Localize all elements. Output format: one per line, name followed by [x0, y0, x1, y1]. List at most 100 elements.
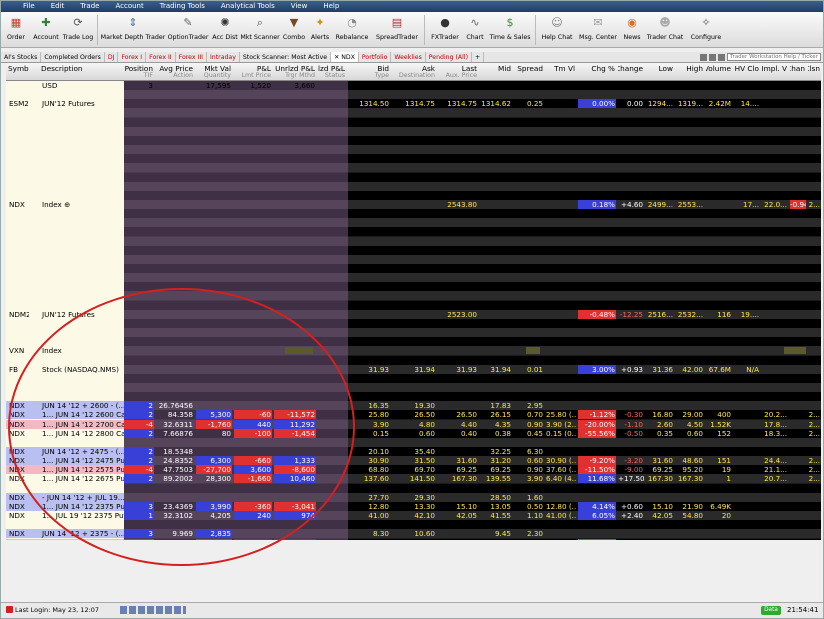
column-header-spread[interactable]: Spread — [514, 63, 544, 81]
table-row[interactable]: NDX 1... JUN 14 '12 2475 Put 2 24.8352 6,300… — [6, 456, 821, 466]
cell-volume: 400 — [717, 410, 731, 420]
cell-bid: 25.80 — [368, 410, 389, 420]
column-header-unrlzd-p-l[interactable]: Unrlzd P&L Trgr Mthd — [274, 63, 316, 81]
table-row[interactable]: NDX 1... JUN 14 '12 2675 Put 2 89.2002 28,30… — [6, 474, 821, 484]
column-header-mid[interactable]: Mid — [480, 63, 512, 81]
menu-view[interactable]: View — [283, 1, 316, 12]
column-header-clsn[interactable]: Clsn — [808, 63, 821, 81]
table-row[interactable]: NDX JUN 14 '12 + 2600 - (... 2 26.76456 16.3… — [6, 401, 821, 411]
row-stripe — [124, 437, 348, 447]
table-row[interactable]: NDX 1... JUN 14 '12 2575 Put -4 47.7503 -27,… — [6, 465, 821, 475]
tab-ai-s-stocks[interactable]: AI's Stocks — [1, 52, 42, 62]
spread-trader-button[interactable]: ▤ SpreadTrader — [372, 12, 422, 48]
option-trader-button[interactable]: ✎ OptionTrader — [166, 12, 210, 48]
tab-forex-iii[interactable]: Forex III — [175, 52, 207, 62]
configure-button[interactable]: ✧ Configure — [686, 12, 726, 48]
time-sales-button[interactable]: $ Time & Sales — [487, 12, 533, 48]
row-stripe — [348, 264, 821, 273]
cell-description: JUN'12 Futures — [42, 99, 95, 109]
menu-trade[interactable]: Trade — [72, 1, 107, 12]
column-header-symbol[interactable]: Symbol — [7, 63, 29, 81]
column-header-change[interactable]: Change — [618, 63, 644, 81]
acc-dist-button[interactable]: ✺ Acc Dist — [210, 12, 240, 48]
help-chat-button[interactable]: ☺ Help Chat — [538, 12, 576, 48]
column-header-iv-chan[interactable]: IV Chan — [790, 63, 806, 81]
column-header-tm-vl[interactable]: Tm Vl — [546, 63, 576, 81]
empty-row — [6, 190, 821, 200]
alerts-button[interactable]: ✦ Alerts — [308, 12, 332, 48]
market-depth-button[interactable]: ⇕ Market Depth Trader — [100, 12, 166, 48]
table-row[interactable]: NDX 1... JUN 14 '12 2800 Call 2 7.66876 80 -1… — [6, 428, 821, 438]
column-header-bid[interactable]: Bid Type — [348, 63, 390, 81]
column-header-volume[interactable]: Volume — [706, 63, 732, 81]
status-tray-icons[interactable] — [120, 606, 186, 614]
table-row[interactable]: USD 3 17,595 1,520 3,660 — [6, 81, 821, 90]
menu-help[interactable]: Help — [315, 1, 347, 12]
column-header-position[interactable]: Position TIF — [124, 63, 154, 81]
mkt-scanner-button[interactable]: ⌕ Mkt Scanner — [240, 12, 280, 48]
tab-ndx[interactable]: ✕ NDX — [331, 52, 359, 62]
row-stripe — [124, 373, 348, 383]
tab-forex-ii[interactable]: Forex II — [146, 52, 176, 62]
column-header-ask[interactable]: Ask Destination — [392, 63, 436, 81]
cell-symbol: NDX — [9, 447, 25, 456]
layout-icon[interactable] — [700, 53, 707, 61]
window-icon[interactable] — [718, 53, 725, 61]
table-row[interactable]: VXN Index — [6, 346, 821, 356]
tab-forex-i[interactable]: Forex I — [118, 52, 147, 62]
table-row[interactable]: NDX - JUN 14 '12 + JUL 19... 27.70 29.30 28.… — [6, 492, 821, 502]
news-button[interactable]: ◉ News — [620, 12, 644, 48]
table-row[interactable]: NDX 1... JUN 14 '12 2450 Put-840.7453-20,… — [6, 538, 821, 540]
menu-analytical-tools[interactable]: Analytical Tools — [213, 1, 283, 12]
table-row[interactable]: NDX JUN 14 '12 + 2375 - (... 3 9.969 2,835 8.… — [6, 529, 821, 539]
tab-dj[interactable]: DJ — [104, 52, 119, 62]
fx-trader-button[interactable]: ● FXTrader — [427, 12, 463, 48]
tab-stock-scanner-most-active[interactable]: Stock Scanner: Most Active — [239, 52, 332, 62]
lock-icon[interactable] — [709, 53, 716, 61]
column-header-avg-price[interactable]: Avg Price Action — [156, 63, 194, 81]
ticker-lookup-input[interactable] — [727, 53, 821, 61]
trade-log-button[interactable]: ⟳ Trade Log — [61, 12, 95, 48]
trader-chat-button[interactable]: ☻ Trader Chat — [644, 12, 686, 48]
column-header-mkt-val[interactable]: Mkt Val Quantity — [196, 63, 232, 81]
msg-center-button[interactable]: ✉ Msg. Center — [576, 12, 620, 48]
tab-weeklies[interactable]: Weeklies — [391, 52, 426, 62]
order-button[interactable]: ▦ Order — [1, 12, 31, 48]
table-row[interactable]: ESM2 JUN'12 Futures 1314.50 1314.75 1314.75 1… — [6, 99, 821, 109]
table-row[interactable]: FB Stock (NASDAQ.NMS) 31.93 31.94 31.93 31.94… — [6, 364, 821, 374]
tab-intraday[interactable]: Intraday — [206, 52, 240, 62]
table-row[interactable]: NDM2 JUN'12 Futures 2523.00 -0.48% -12.25 251… — [6, 309, 821, 319]
table-row[interactable]: NDX 1... JUN 14 '12 2700 Call -4 32.6311 -1,… — [6, 419, 821, 429]
column-header-last[interactable]: Last Aux. Price — [438, 63, 478, 81]
column-title: Symbol — [8, 64, 29, 73]
column-header-impl-v[interactable]: Impl. V — [760, 63, 788, 81]
chart-button[interactable]: ∿ Chart — [463, 12, 487, 48]
cell-low: 15.10 — [652, 501, 673, 511]
empty-row — [6, 382, 821, 392]
menu-edit[interactable]: Edit — [43, 1, 73, 12]
table-row[interactable]: NDX 1... JUL 19 '12 2375 Put 1 32.3102 4,205… — [6, 511, 821, 521]
menu-file[interactable]: File — [15, 1, 43, 12]
column-header-high[interactable]: High — [676, 63, 704, 81]
cell-low: 0.35 — [656, 428, 673, 438]
menu-trading-tools[interactable]: Trading Tools — [152, 1, 213, 12]
column-header-rlzd-p-l[interactable]: Rlzd P&LStatus — [318, 63, 346, 81]
data-status-badge: Data — [761, 606, 781, 615]
tab-portfolio[interactable]: Portfolio — [358, 52, 392, 62]
rebalance-button[interactable]: ◔ Rebalance — [332, 12, 372, 48]
tab-pending-all[interactable]: Pending (All) — [425, 52, 472, 62]
column-header-chg[interactable]: Chg % — [578, 63, 616, 81]
column-header-p-l[interactable]: P&L Lmt Price — [234, 63, 272, 81]
tab-completed-orders[interactable]: Completed Orders — [41, 52, 105, 62]
tab-[interactable]: + — [472, 52, 485, 62]
column-header-low[interactable]: Low — [646, 63, 674, 81]
menu-account[interactable]: Account — [107, 1, 151, 12]
combo-button[interactable]: ▼ Combo — [280, 12, 308, 48]
table-row[interactable]: NDX JUN 14 '12 + 2475 - (... 2 18.5348 20.10… — [6, 447, 821, 456]
account-button[interactable]: ✚ Account — [31, 12, 61, 48]
table-row[interactable]: NDX 1... JUN 14 '12 2375 Put 3 23.4369 3,990… — [6, 501, 821, 511]
table-row[interactable]: NDX Index ⊕ 2543.80 0.18% +4.60 2499... 2553..… — [6, 199, 821, 209]
column-header-hv-clo[interactable]: HV Clo — [734, 63, 760, 81]
column-header-description[interactable]: Description — [40, 63, 126, 81]
table-row[interactable]: NDX 1... JUN 14 '12 2600 Call 2 84.358 5,300… — [6, 410, 821, 420]
